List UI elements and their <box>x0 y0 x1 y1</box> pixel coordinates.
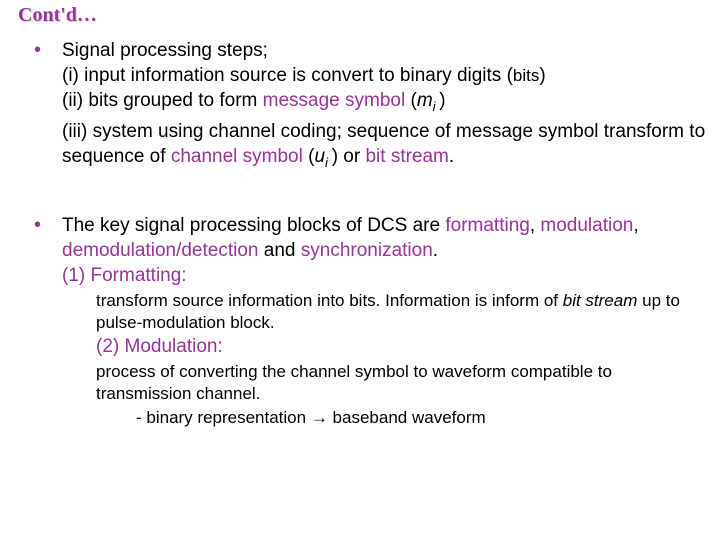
line-lead: Signal processing steps; <box>62 40 268 61</box>
line-i-post: ) <box>539 65 545 86</box>
sub-heading-formatting: (1) Formatting: <box>62 265 187 286</box>
mod-sub-pre: - binary representation <box>136 408 311 427</box>
line-iii-open: ( <box>303 146 315 167</box>
bit-stream-1: bit stream <box>365 146 448 167</box>
message-symbol: message symbol <box>263 90 406 111</box>
bullet-icon: • <box>34 213 62 237</box>
bullet-item-2: • The key signal processing blocks of DC… <box>34 213 706 288</box>
kw-modulation: modulation <box>540 215 633 236</box>
sub-i-2: i <box>325 155 332 170</box>
line-ii-open: ( <box>405 90 417 111</box>
modulation-subline: - binary representation → baseband wavef… <box>136 407 706 429</box>
bullet-item-1: • Signal processing steps; (i) input inf… <box>34 38 706 175</box>
slide-title: Cont'd… <box>18 4 97 27</box>
kw-demod: demodulation/detection <box>62 240 258 261</box>
content-area: • Signal processing steps; (i) input inf… <box>34 38 706 429</box>
var-u: u <box>314 146 325 167</box>
sub-heading-modulation-wrap: (2) Modulation: <box>96 334 706 359</box>
bullet-body-1: Signal processing steps; (i) input infor… <box>62 38 706 175</box>
line-iii-end: . <box>449 146 454 167</box>
bullet-body-2: The key signal processing blocks of DCS … <box>62 213 706 288</box>
bits-text: bits <box>513 66 539 85</box>
c3: and <box>258 240 300 261</box>
var-m: m <box>417 90 433 111</box>
sub-heading-modulation: (2) Modulation: <box>96 336 223 357</box>
channel-symbol: channel symbol <box>171 146 303 167</box>
slide: Cont'd… • Signal processing steps; (i) i… <box>0 0 720 540</box>
bullet-icon: • <box>34 38 62 62</box>
lead2-end: . <box>433 240 438 261</box>
bit-stream-2: bit stream <box>563 291 638 310</box>
kw-formatting: formatting <box>445 215 529 236</box>
line-ii-close: ) <box>439 90 445 111</box>
kw-sync: synchronization <box>301 240 433 261</box>
spacer <box>34 175 706 213</box>
fmt-desc-a: transform source information into bits. … <box>96 291 563 310</box>
modulation-desc: process of converting the channel symbol… <box>96 361 706 405</box>
arrow-icon: → <box>311 408 328 427</box>
line-iii-mid: ) or <box>332 146 366 167</box>
line-i-pre: (i) input information source is convert … <box>62 65 513 86</box>
mod-sub-post: baseband waveform <box>328 408 486 427</box>
c2: , <box>633 215 638 236</box>
lead2-pre: The key signal processing blocks of DCS … <box>62 215 445 236</box>
mod-desc-a: process of converting the channel symbol… <box>96 362 612 403</box>
formatting-desc: transform source information into bits. … <box>96 290 706 334</box>
line-ii-pre: (ii) bits grouped to form <box>62 90 263 111</box>
c1: , <box>530 215 541 236</box>
